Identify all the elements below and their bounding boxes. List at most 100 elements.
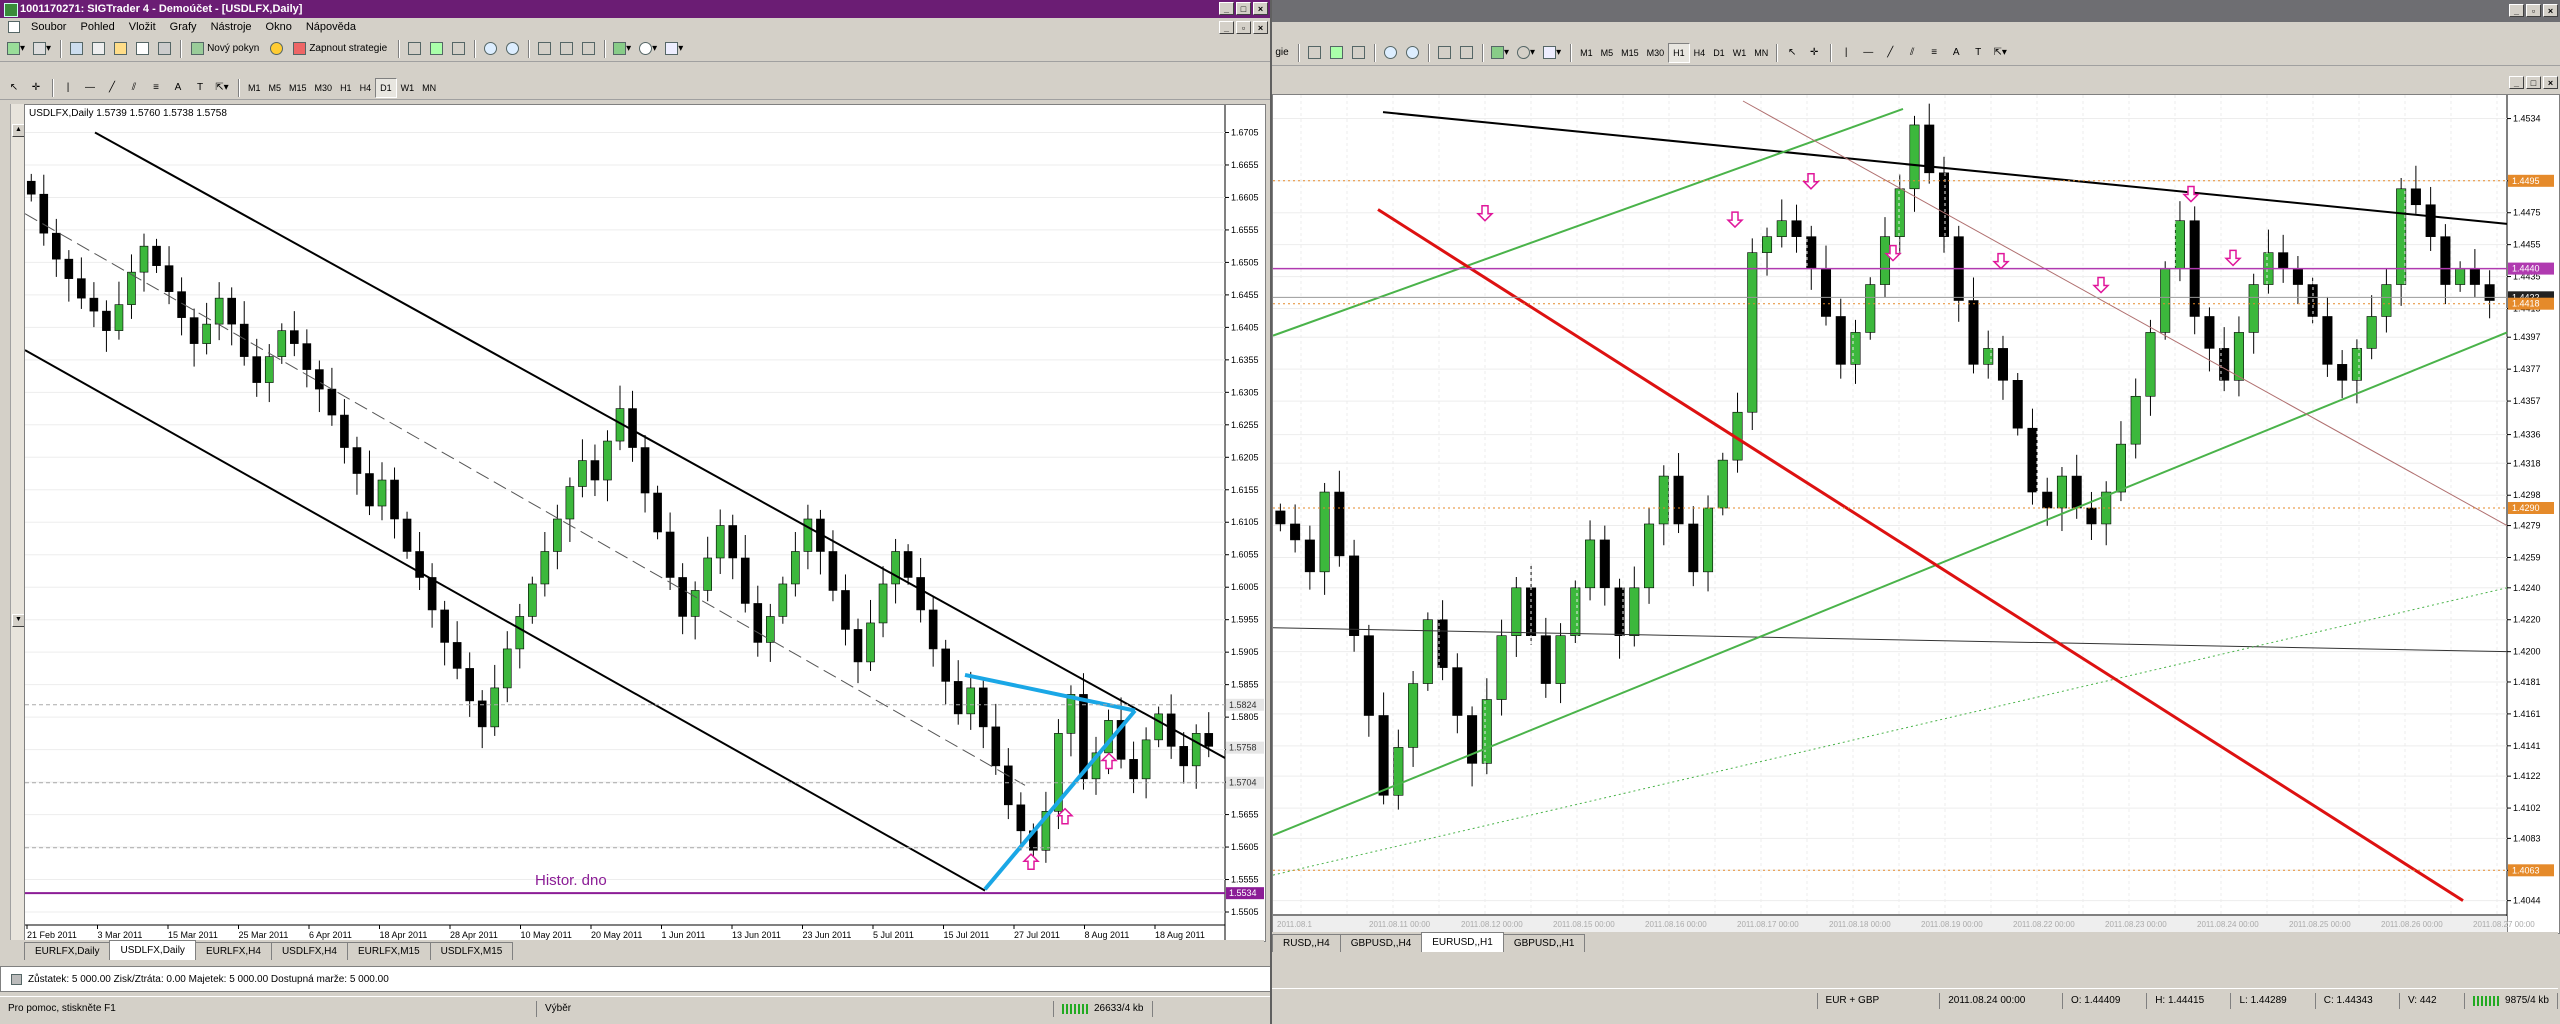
tab-eurusd-h1[interactable]: EURUSD,,H1 [1421, 932, 1504, 952]
tf-h4[interactable]: H4 [356, 79, 376, 97]
indicators-button[interactable]: ▾ [610, 39, 634, 59]
tf-mn[interactable]: MN [418, 79, 440, 97]
right-indicators-button[interactable]: ▾ [1488, 43, 1512, 63]
eurusd-chart-area[interactable]: 1.45341.44951.44751.44551.44351.44151.43… [1272, 94, 2560, 934]
right-tile-button[interactable] [1434, 43, 1454, 63]
tf-h1[interactable]: H1 [336, 79, 356, 97]
bar-chart-button[interactable] [404, 39, 424, 59]
right-child-maximize[interactable]: □ [2526, 76, 2541, 89]
eurusd-chart[interactable]: 1.45341.44951.44751.44551.44351.44151.43… [1273, 95, 2559, 933]
new-chart-button[interactable]: ▾ [4, 39, 28, 59]
profiles-button[interactable]: ▾ [30, 39, 54, 59]
right-tf-m1[interactable]: M1 [1576, 44, 1597, 62]
menu-pohled[interactable]: Pohled [73, 18, 121, 36]
right-tf-h1[interactable]: H1 [1668, 42, 1690, 63]
label-tool[interactable]: T [190, 78, 210, 98]
tf-m30[interactable]: M30 [311, 79, 337, 97]
close-button[interactable]: × [1253, 2, 1268, 15]
candles-button[interactable] [426, 39, 446, 59]
tf-m15[interactable]: M15 [285, 79, 311, 97]
menu-grafy[interactable]: Grafy [163, 18, 204, 36]
right-arrows-tool[interactable]: ⇱▾ [1990, 43, 2010, 63]
child-restore-button[interactable]: ▫ [1236, 21, 1251, 34]
tab-eurlfx-h4[interactable]: EURLFX,H4 [194, 942, 272, 960]
market-watch-button[interactable] [66, 39, 86, 59]
right-fibonacci-tool[interactable]: ≡ [1924, 43, 1944, 63]
horizontal-line-tool[interactable]: — [80, 78, 100, 98]
right-tf-m15[interactable]: M15 [1617, 44, 1643, 62]
line-chart-button[interactable] [448, 39, 468, 59]
text-tool[interactable]: A [168, 78, 188, 98]
child-close-button[interactable]: × [1253, 21, 1268, 34]
right-candles-button[interactable] [1326, 43, 1346, 63]
usdlfx-chart-area[interactable]: 1.6705 1.6655 1.6605 1.6555 1.6505 1.6455 1.64… [24, 104, 1266, 942]
auto-scroll-button[interactable] [556, 39, 576, 59]
tf-d1[interactable]: D1 [375, 77, 397, 98]
right-tf-m30[interactable]: M30 [1643, 44, 1669, 62]
cursor-tool[interactable]: ↖ [4, 78, 24, 98]
periods-button[interactable]: ▾ [636, 39, 660, 59]
tab-gbpusd-h1[interactable]: GBPUSD,,H1 [1502, 934, 1586, 952]
right-restore-button[interactable]: ▫ [2526, 4, 2541, 17]
metaeditor-button[interactable] [266, 39, 286, 59]
navigator-button[interactable] [110, 39, 130, 59]
tile-button[interactable] [534, 39, 554, 59]
right-vertical-line-tool[interactable]: | [1836, 43, 1856, 63]
tab-rusd-h4[interactable]: RUSD,,H4 [1272, 934, 1341, 952]
chart-shift-button[interactable] [578, 39, 598, 59]
right-text-tool[interactable]: A [1946, 43, 1966, 63]
right-periods-button[interactable]: ▾ [1514, 43, 1538, 63]
zoom-in-button[interactable] [480, 39, 500, 59]
right-bar-chart-button[interactable] [1304, 43, 1324, 63]
channel-tool[interactable]: ⫽ [124, 78, 144, 98]
right-channel-tool[interactable]: ⫽ [1902, 43, 1922, 63]
expert-advisors-button[interactable]: Zapnout strategie [288, 39, 392, 59]
right-line-chart-button[interactable] [1348, 43, 1368, 63]
right-tf-h4[interactable]: H4 [1690, 44, 1710, 62]
menu-soubor[interactable]: Soubor [24, 18, 73, 36]
crosshair-tool[interactable]: ✛ [26, 78, 46, 98]
fibonacci-tool[interactable]: ≡ [146, 78, 166, 98]
right-cursor-tool[interactable]: ↖ [1782, 43, 1802, 63]
templates-button[interactable]: ▾ [662, 39, 686, 59]
menu-nastroje[interactable]: Nástroje [204, 18, 259, 36]
trendline-tool[interactable]: ╱ [102, 78, 122, 98]
right-minimize-button[interactable]: _ [2509, 4, 2524, 17]
tab-usdlfx-h4[interactable]: USDLFX,H4 [270, 942, 348, 960]
right-horizontal-line-tool[interactable]: — [1858, 43, 1878, 63]
zoom-out-button[interactable] [502, 39, 522, 59]
tester-button[interactable] [154, 39, 174, 59]
right-close-button[interactable]: × [2543, 4, 2558, 17]
right-tf-mn[interactable]: MN [1750, 44, 1772, 62]
right-auto-scroll-button[interactable] [1456, 43, 1476, 63]
tf-w1[interactable]: W1 [397, 79, 419, 97]
usdlfx-chart[interactable]: 1.6705 1.6655 1.6605 1.6555 1.6505 1.6455 1.64… [25, 105, 1265, 941]
right-tf-d1[interactable]: D1 [1709, 44, 1729, 62]
minimize-button[interactable]: _ [1219, 2, 1234, 15]
child-minimize-button[interactable]: _ [1219, 21, 1234, 34]
left-side-scrollbar[interactable]: ▲ ▼ [10, 104, 25, 940]
tab-eurlfx-m15[interactable]: EURLFX,M15 [346, 942, 431, 960]
right-zoom-in-button[interactable] [1380, 43, 1400, 63]
right-label-tool[interactable]: T [1968, 43, 1988, 63]
right-child-minimize[interactable]: _ [2509, 76, 2524, 89]
menu-napoveda[interactable]: Nápověda [299, 18, 363, 36]
right-templates-button[interactable]: ▾ [1540, 43, 1564, 63]
menu-vlozit[interactable]: Vložit [122, 18, 163, 36]
right-tf-m5[interactable]: M5 [1597, 44, 1618, 62]
right-tf-w1[interactable]: W1 [1729, 44, 1751, 62]
right-trendline-tool[interactable]: ╱ [1880, 43, 1900, 63]
tab-usdlfx-m15[interactable]: USDLFX,M15 [429, 942, 514, 960]
right-child-close[interactable]: × [2543, 76, 2558, 89]
menu-okno[interactable]: Okno [259, 18, 299, 36]
tf-m1[interactable]: M1 [244, 79, 265, 97]
tab-gbpusd-h4[interactable]: GBPUSD,,H4 [1339, 934, 1423, 952]
maximize-button[interactable]: □ [1236, 2, 1251, 15]
new-order-button[interactable]: Nový pokyn [186, 39, 264, 59]
data-window-button[interactable] [88, 39, 108, 59]
tab-usdlfx-daily[interactable]: USDLFX,Daily [109, 940, 196, 960]
tab-eurlfx-daily[interactable]: EURLFX,Daily [24, 942, 111, 960]
right-zoom-out-button[interactable] [1402, 43, 1422, 63]
vertical-line-tool[interactable]: | [58, 78, 78, 98]
terminal-button[interactable] [132, 39, 152, 59]
